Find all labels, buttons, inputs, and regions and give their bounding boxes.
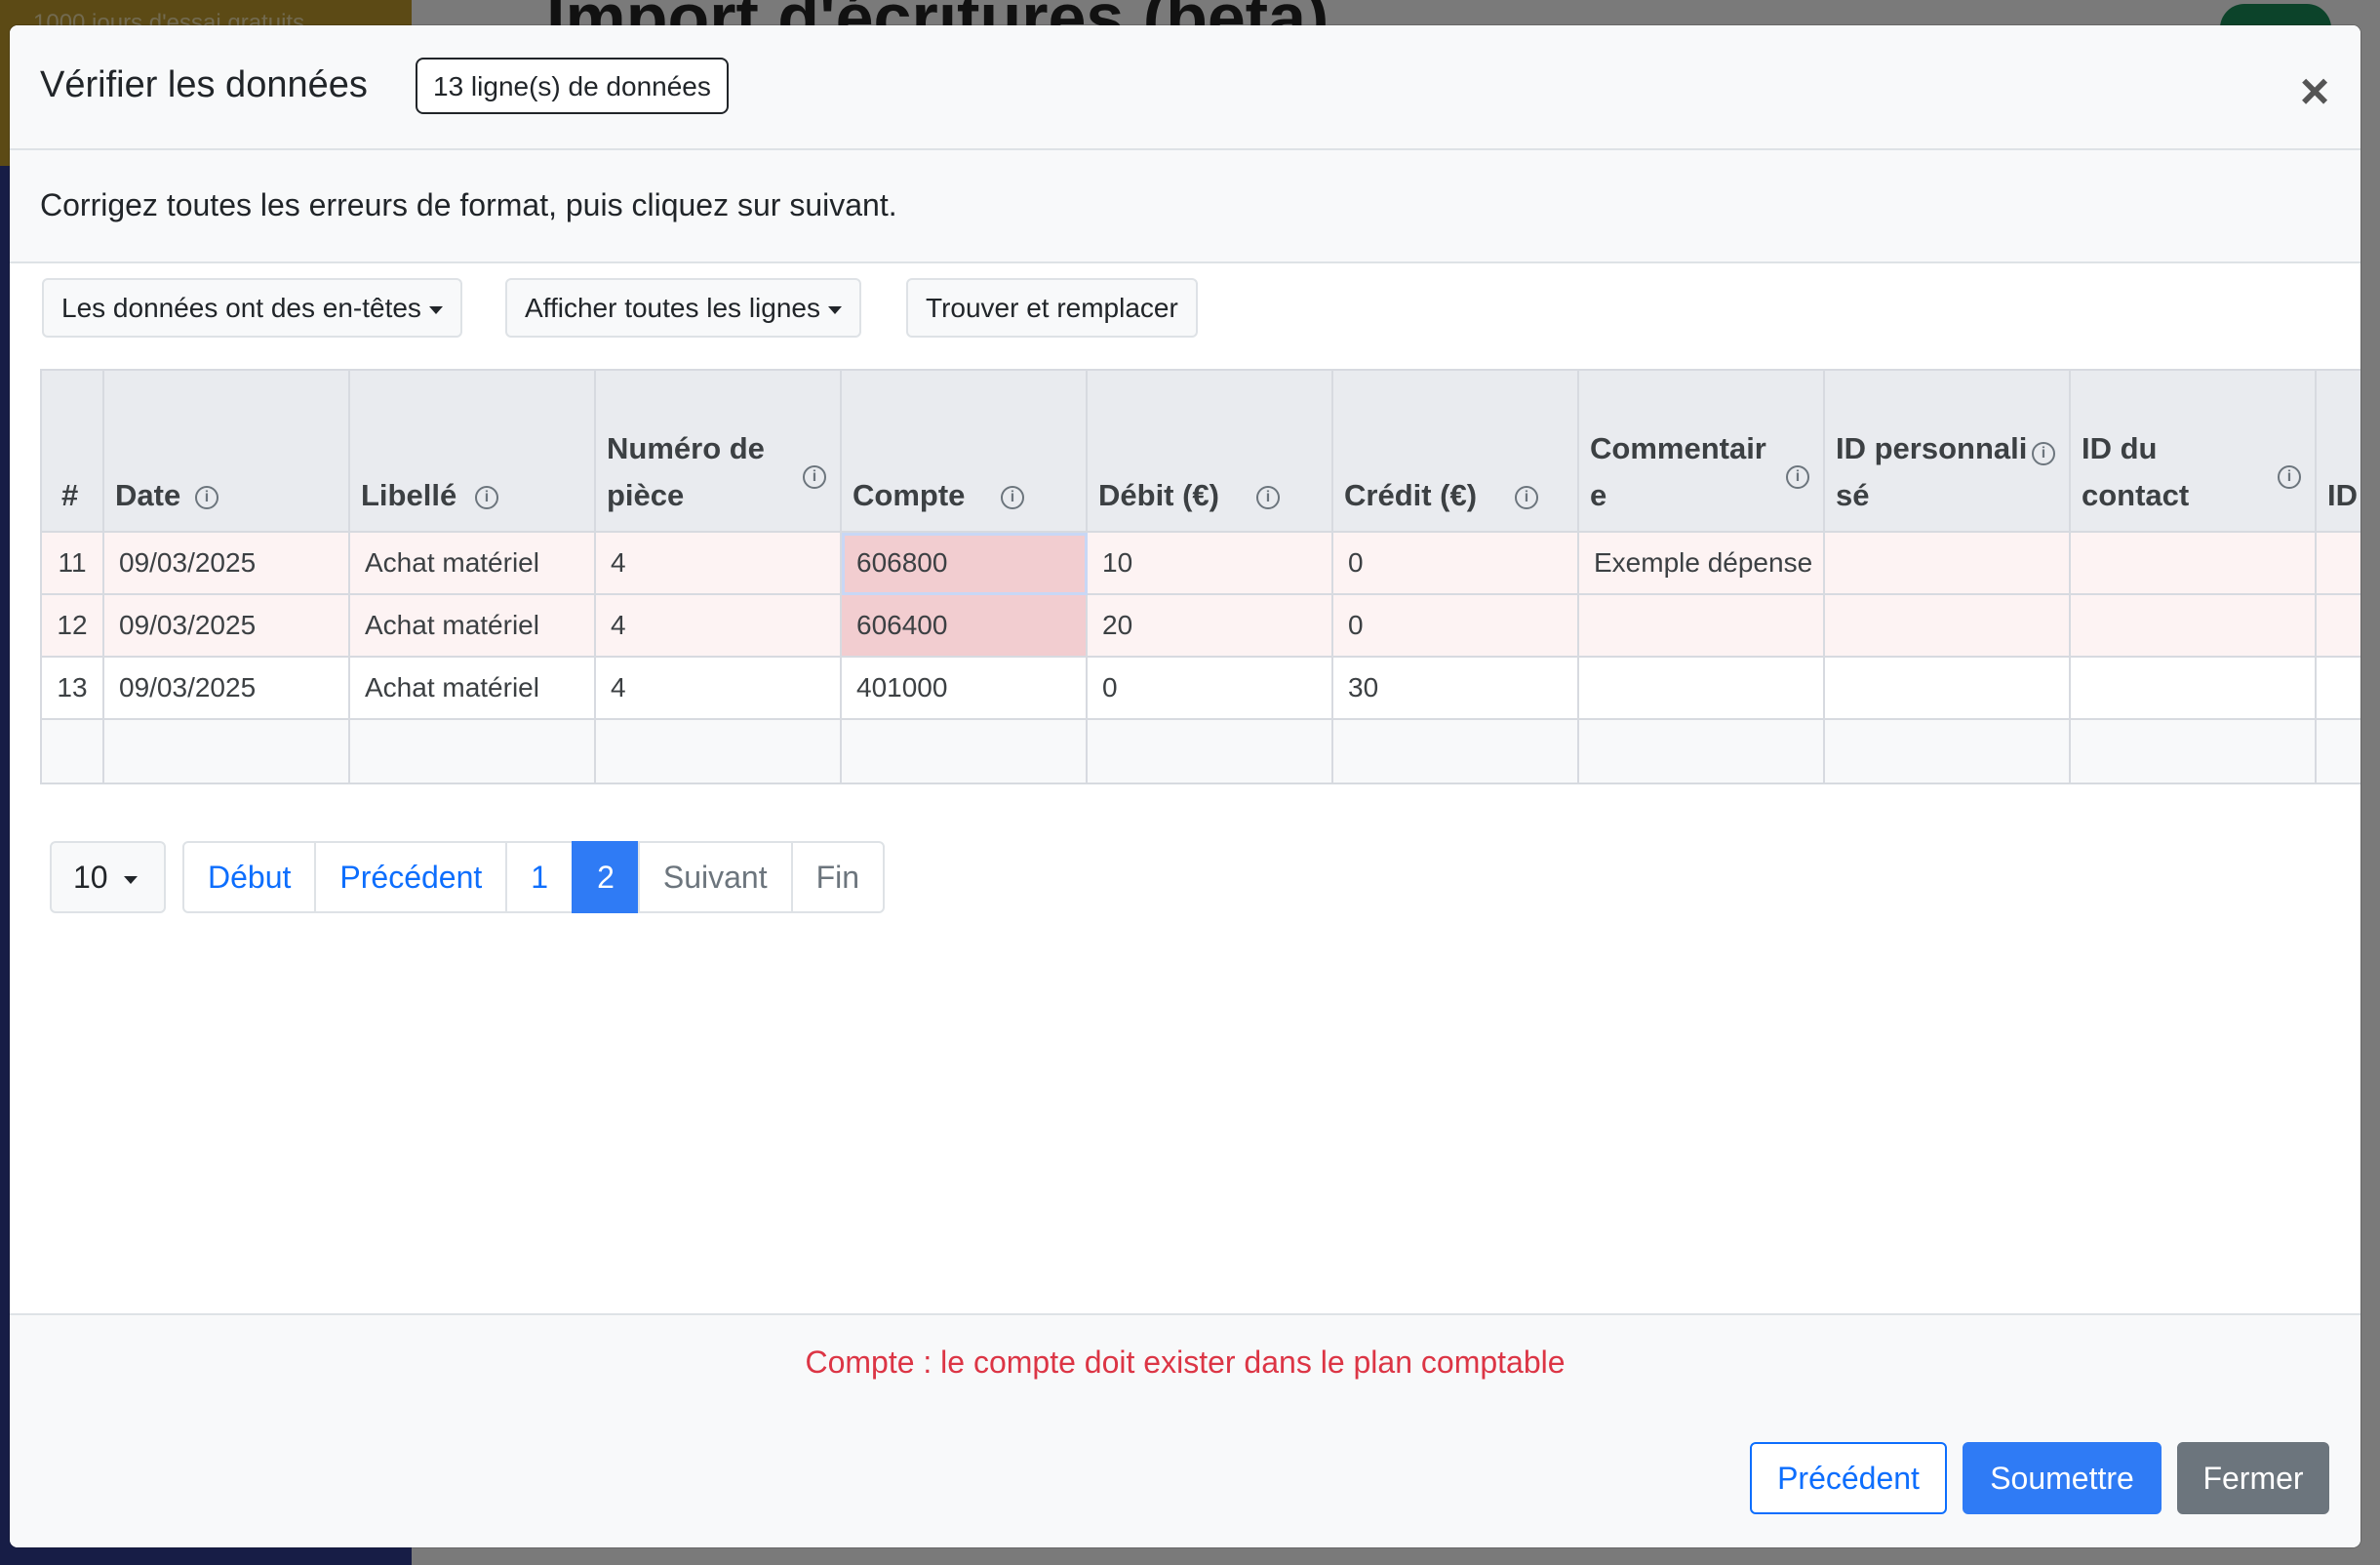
- debit-cell[interactable]: 0: [1088, 658, 1333, 720]
- page-first-button[interactable]: Début: [182, 841, 317, 913]
- headers-dropdown[interactable]: Les données ont des en-têtes: [42, 278, 462, 338]
- row-number-cell: 13: [42, 658, 104, 720]
- page-previous-button[interactable]: Précédent: [314, 841, 508, 913]
- previous-step-button[interactable]: Précédent: [1750, 1442, 1947, 1514]
- compte-cell-invalid[interactable]: 606800: [842, 533, 1088, 595]
- id-personnalise-cell[interactable]: [1825, 533, 2071, 595]
- modal-header: Vérifier les données 13 ligne(s) de donn…: [10, 25, 2360, 150]
- close-icon[interactable]: ×: [2287, 66, 2342, 121]
- empty-row-cell[interactable]: [1825, 720, 2071, 782]
- piece-cell[interactable]: 4: [596, 658, 842, 720]
- id-personnalise-cell[interactable]: [1825, 658, 2071, 720]
- pagination: Début Précédent 1 2 Suivant Fin: [182, 841, 886, 913]
- empty-row-cell[interactable]: [1333, 720, 1579, 782]
- date-cell[interactable]: 09/03/2025: [104, 533, 350, 595]
- column-header-commentaire[interactable]: Commentaire i: [1579, 371, 1825, 533]
- empty-row-cell[interactable]: [1088, 720, 1333, 782]
- id-contact-cell[interactable]: [2071, 595, 2317, 658]
- column-header-debit[interactable]: Débit (€) i: [1088, 371, 1333, 533]
- id-cell[interactable]: [2317, 595, 2360, 658]
- empty-row-cell[interactable]: [2071, 720, 2317, 782]
- column-header-id-personnalise[interactable]: ID personnalisé i: [1825, 371, 2071, 533]
- empty-row-cell[interactable]: [104, 720, 350, 782]
- empty-row-cell[interactable]: [350, 720, 596, 782]
- per-page-value: 10: [73, 860, 108, 895]
- date-cell[interactable]: 09/03/2025: [104, 595, 350, 658]
- column-header-credit[interactable]: Crédit (€) i: [1333, 371, 1579, 533]
- modal-title: Vérifier les données: [40, 64, 368, 105]
- info-icon[interactable]: i: [195, 486, 218, 509]
- empty-row-cell[interactable]: [2317, 720, 2360, 782]
- debit-cell[interactable]: 10: [1088, 533, 1333, 595]
- id-contact-cell[interactable]: [2071, 533, 2317, 595]
- id-cell[interactable]: [2317, 533, 2360, 595]
- column-header-numero-piece[interactable]: Numéro de pièce i: [596, 371, 842, 533]
- empty-row-cell: [42, 720, 104, 782]
- commentaire-cell[interactable]: [1579, 595, 1825, 658]
- id-personnalise-cell[interactable]: [1825, 595, 2071, 658]
- info-icon[interactable]: i: [2278, 465, 2301, 489]
- column-header-id[interactable]: ID: [2317, 371, 2360, 533]
- libelle-cell[interactable]: Achat matériel: [350, 658, 596, 720]
- debit-cell[interactable]: 20: [1088, 595, 1333, 658]
- info-icon[interactable]: i: [1515, 486, 1538, 509]
- page-2-button[interactable]: 2: [572, 841, 640, 913]
- info-icon[interactable]: i: [1786, 465, 1809, 489]
- caret-down-icon: [428, 305, 443, 314]
- piece-cell[interactable]: 4: [596, 595, 842, 658]
- validation-error-bar: Compte : le compte doit exister dans le …: [10, 1313, 2360, 1415]
- id-cell[interactable]: [2317, 658, 2360, 720]
- column-header-date[interactable]: Date i: [104, 371, 350, 533]
- rows-filter-dropdown[interactable]: Afficher toutes les lignes: [505, 278, 861, 338]
- column-header-compte[interactable]: Compte i: [842, 371, 1088, 533]
- credit-cell[interactable]: 0: [1333, 595, 1579, 658]
- info-icon[interactable]: i: [475, 486, 498, 509]
- libelle-cell[interactable]: Achat matériel: [350, 595, 596, 658]
- verify-data-modal: Vérifier les données 13 ligne(s) de donn…: [10, 25, 2360, 1547]
- info-icon[interactable]: i: [1256, 486, 1280, 509]
- caret-down-icon: [827, 305, 842, 314]
- rows-filter-label: Afficher toutes les lignes: [525, 293, 820, 323]
- page-last-button[interactable]: Fin: [790, 841, 886, 913]
- piece-cell[interactable]: 4: [596, 533, 842, 595]
- date-cell[interactable]: 09/03/2025: [104, 658, 350, 720]
- compte-cell-invalid[interactable]: 606400: [842, 595, 1088, 658]
- row-number-cell: 11: [42, 533, 104, 595]
- row-count-badge: 13 ligne(s) de données: [416, 58, 729, 114]
- info-icon[interactable]: i: [803, 465, 826, 489]
- validation-error-message: Compte : le compte doit exister dans le …: [805, 1344, 1566, 1380]
- page-next-button[interactable]: Suivant: [637, 841, 793, 913]
- credit-cell[interactable]: 30: [1333, 658, 1579, 720]
- empty-row-cell[interactable]: [842, 720, 1088, 782]
- per-page-select[interactable]: 10: [50, 841, 166, 913]
- submit-button[interactable]: Soumettre: [1963, 1442, 2162, 1514]
- instruction-text: Corrigez toutes les erreurs de format, p…: [40, 187, 897, 222]
- compte-cell[interactable]: 401000: [842, 658, 1088, 720]
- empty-row-cell[interactable]: [596, 720, 842, 782]
- column-header-id-contact[interactable]: ID du contact i: [2071, 371, 2317, 533]
- empty-row-cell[interactable]: [1579, 720, 1825, 782]
- info-icon[interactable]: i: [1001, 486, 1024, 509]
- commentaire-cell[interactable]: [1579, 658, 1825, 720]
- caret-down-icon: [123, 875, 138, 884]
- headers-dropdown-label: Les données ont des en-têtes: [61, 293, 421, 323]
- page-1-button[interactable]: 1: [505, 841, 575, 913]
- column-header-row-number: #: [42, 371, 104, 533]
- libelle-cell[interactable]: Achat matériel: [350, 533, 596, 595]
- commentaire-cell[interactable]: Exemple dépense: [1579, 533, 1825, 595]
- find-replace-button[interactable]: Trouver et remplacer: [906, 278, 1198, 338]
- id-contact-cell[interactable]: [2071, 658, 2317, 720]
- row-number-cell: 12: [42, 595, 104, 658]
- credit-cell[interactable]: 0: [1333, 533, 1579, 595]
- column-header-libelle[interactable]: Libellé i: [350, 371, 596, 533]
- data-grid: # Date i Libellé i Numéro de pièce i Compte…: [40, 369, 2360, 784]
- info-icon[interactable]: i: [2032, 442, 2055, 465]
- instruction-bar: Corrigez toutes les erreurs de format, p…: [10, 150, 2360, 263]
- close-button[interactable]: Fermer: [2177, 1442, 2329, 1514]
